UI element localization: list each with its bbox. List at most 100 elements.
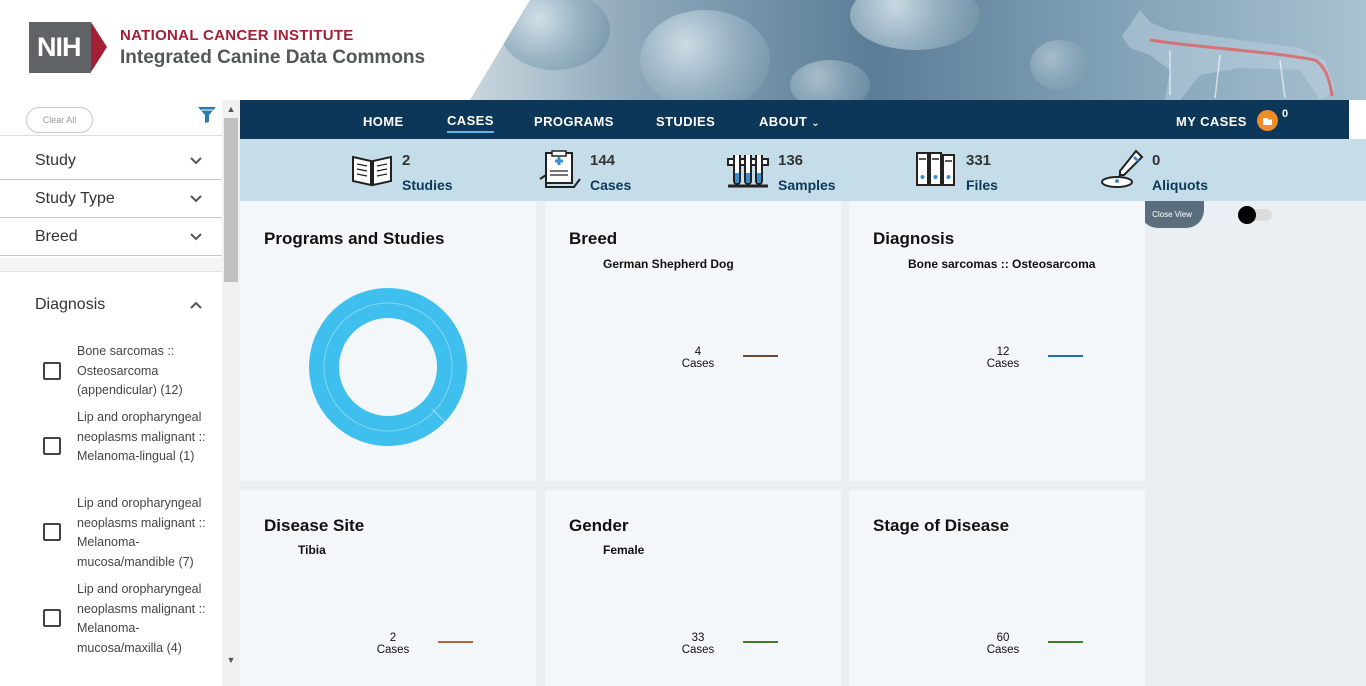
stat-count: 2 (402, 152, 411, 169)
dashboard: Close View Programs and Studies Breed Ge… (240, 201, 1366, 686)
chevron-down-icon (190, 157, 202, 165)
view-toggle-knob[interactable] (1238, 206, 1256, 224)
section-gap (0, 258, 222, 272)
chevron-down-icon: ⌄ (811, 118, 821, 129)
checkbox[interactable] (43, 609, 61, 627)
nih-logo-text: NIH (29, 22, 91, 73)
facet-study-type[interactable]: Study Type (0, 180, 222, 218)
stat-count: 0 (1152, 152, 1161, 169)
card-title: Diagnosis (873, 229, 955, 248)
scroll-thumb[interactable] (224, 118, 238, 282)
card-value-unit: Cases (986, 358, 1020, 370)
stat-label[interactable]: Files (966, 177, 998, 193)
sidebar-scrollbar[interactable]: ▲ ▼ (222, 100, 240, 686)
stat-label[interactable]: Cases (590, 177, 631, 193)
stat-files: 331 Files (914, 139, 1044, 201)
donut-chart[interactable] (308, 287, 468, 447)
card-value-unit: Cases (681, 358, 715, 370)
card-value-number: 60 (996, 632, 1010, 644)
stat-cases: 144 Cases (538, 139, 668, 201)
nav-about[interactable]: ABOUT ⌄ (759, 114, 820, 129)
scroll-up-arrow[interactable]: ▲ (226, 104, 236, 114)
stat-label[interactable]: Samples (778, 177, 836, 193)
option-label: Bone sarcomas :: Osteosarcoma (appendicu… (77, 344, 183, 397)
stat-count: 144 (590, 152, 616, 169)
card-subtitle: Tibia (298, 543, 326, 557)
option-label: Lip and oropharyngeal neoplasms malignan… (77, 496, 206, 569)
card-value: 33 Cases (673, 632, 723, 656)
scroll-down-arrow[interactable]: ▼ (226, 655, 236, 665)
stat-studies: 2 Studies (350, 139, 480, 201)
checkbox[interactable] (43, 437, 61, 455)
card-value: 12 Cases (978, 346, 1028, 370)
card-disease-site: Disease Site Tibia 2 Cases (240, 490, 536, 686)
facet-label: Breed (35, 228, 78, 245)
my-cases-count: 0 (1282, 108, 1289, 120)
facet-label: Diagnosis (35, 296, 106, 313)
card-value-unit: Cases (986, 644, 1020, 656)
card-gender: Gender Female 33 Cases (545, 490, 841, 686)
card-stage-of-disease: Stage of Disease 60 Cases (849, 490, 1145, 686)
nih-logo[interactable]: NIH (29, 22, 109, 73)
filter-icon[interactable] (197, 106, 217, 124)
nav-cases[interactable]: CASES (447, 113, 494, 133)
dog-skeleton-image (1122, 10, 1335, 100)
card-value: 4 Cases (673, 346, 723, 370)
card-title: Programs and Studies (264, 229, 445, 248)
main-nav: HOME CASES PROGRAMS STUDIES ABOUT ⌄ MY C… (240, 100, 1349, 139)
card-value: 60 Cases (978, 632, 1028, 656)
checkbox[interactable] (43, 523, 61, 541)
stat-label[interactable]: Studies (402, 177, 453, 193)
option-label: Lip and oropharyngeal neoplasms malignan… (77, 410, 206, 463)
stats-bar: 2 Studies 144 Cases 136 Samples 331 File… (240, 139, 1366, 201)
card-value-number: 12 (996, 346, 1010, 358)
stat-label[interactable]: Aliquots (1152, 177, 1208, 193)
nav-programs[interactable]: PROGRAMS (534, 114, 614, 129)
nav-home[interactable]: HOME (363, 114, 404, 129)
nih-logo-arrow (91, 22, 107, 72)
clear-all-button[interactable]: Clear All (26, 107, 93, 133)
stat-count: 331 (966, 152, 992, 169)
card-value-unit: Cases (376, 644, 410, 656)
diagnosis-option[interactable]: Lip and oropharyngeal neoplasms malignan… (0, 494, 222, 572)
test-tubes-icon (727, 155, 769, 188)
card-value-number: 33 (691, 632, 705, 644)
diagnosis-option[interactable]: Lip and oropharyngeal neoplasms malignan… (0, 580, 222, 658)
checkbox[interactable] (43, 362, 61, 380)
diagnosis-option[interactable]: Bone sarcomas :: Osteosarcoma (appendicu… (0, 342, 222, 400)
legend-line (1048, 355, 1083, 357)
stat-aliquots: 0 Aliquots (1100, 139, 1230, 201)
folder-icon[interactable] (1257, 110, 1278, 131)
stat-count: 136 (778, 152, 804, 169)
nav-studies[interactable]: STUDIES (656, 114, 715, 129)
diagnosis-option[interactable]: Lip and oropharyngeal neoplasms malignan… (0, 408, 222, 486)
card-title: Breed (569, 229, 618, 248)
card-title: Gender (569, 516, 629, 535)
card-title: Stage of Disease (873, 516, 1010, 535)
card-subtitle: German Shepherd Dog (603, 257, 734, 271)
banner-image (470, 0, 1366, 100)
facet-label: Study Type (35, 190, 115, 207)
facet-breed[interactable]: Breed (0, 218, 222, 256)
facet-study[interactable]: Study (0, 142, 222, 180)
pipette-dish-icon (1101, 149, 1144, 188)
card-value-unit: Cases (681, 644, 715, 656)
card-subtitle: Female (603, 543, 645, 557)
my-cases-link[interactable]: MY CASES (1176, 114, 1247, 129)
legend-line (1048, 641, 1083, 643)
facet-diagnosis[interactable]: Diagnosis (0, 286, 222, 322)
facet-label: Study (35, 152, 76, 169)
card-subtitle: Bone sarcomas :: Osteosarcoma (908, 257, 1096, 271)
card-title: Disease Site (264, 516, 365, 535)
site-name[interactable]: Integrated Canine Data Commons (120, 47, 425, 69)
close-view-button[interactable]: Close View (1140, 201, 1204, 228)
divider (0, 135, 222, 136)
clipboard-icon (539, 150, 581, 188)
nav-about-label: ABOUT (759, 114, 808, 129)
card-value-number: 2 (389, 632, 397, 644)
chevron-up-icon (190, 301, 202, 309)
chevron-down-icon (190, 195, 202, 203)
option-label: Lip and oropharyngeal neoplasms malignan… (77, 582, 206, 655)
binders-icon (916, 152, 955, 186)
legend-line (438, 641, 473, 643)
